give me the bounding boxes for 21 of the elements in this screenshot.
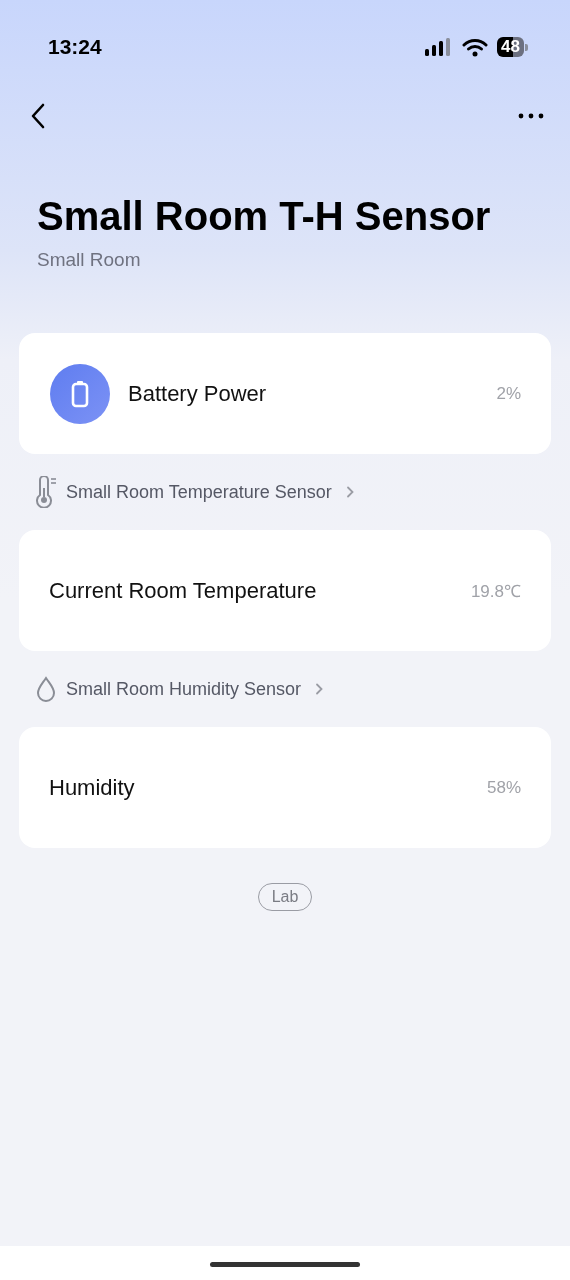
reading-value: 2% bbox=[496, 383, 521, 404]
reading-label: Humidity bbox=[49, 774, 136, 801]
reading-card[interactable]: Battery Power 2% bbox=[19, 333, 551, 454]
wifi-icon bbox=[462, 37, 489, 57]
chevron-right-icon bbox=[345, 486, 354, 498]
more-button[interactable] bbox=[516, 111, 546, 121]
chevron-right-icon bbox=[315, 683, 324, 695]
reading-card[interactable]: Current Room Temperature 19.8℃ bbox=[19, 530, 551, 651]
reading-value: 58% bbox=[486, 777, 521, 798]
reading-value: 19.8℃ bbox=[470, 581, 521, 602]
reading-label: Battery Power bbox=[128, 380, 268, 407]
reading-label: Current Room Temperature bbox=[49, 577, 318, 604]
sensor-link[interactable]: Small Room Humidity Sensor bbox=[66, 678, 324, 700]
room-name: Small Room bbox=[37, 248, 142, 272]
battery-level: 48 bbox=[497, 37, 524, 57]
thermometer-icon bbox=[33, 476, 59, 508]
battery-icon bbox=[49, 362, 111, 425]
reading-card[interactable]: Humidity 58% bbox=[19, 727, 551, 848]
page-title: Small Room T-H Sensor bbox=[37, 193, 492, 240]
clock-time: 13:24 bbox=[48, 35, 102, 59]
sensor-link[interactable]: Small Room Temperature Sensor bbox=[66, 481, 354, 503]
